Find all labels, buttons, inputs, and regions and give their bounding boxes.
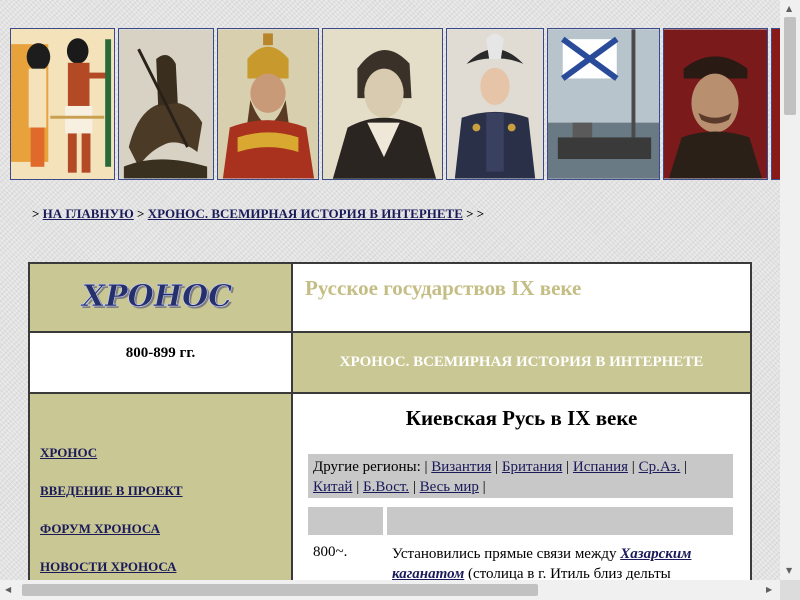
scroll-up-icon[interactable]: ▲ xyxy=(786,4,792,14)
scroll-left-icon[interactable]: ◀ xyxy=(5,585,11,595)
sidebar-menu: ХРОНОС ВВЕДЕНИЕ В ПРОЕКТ ФОРУМ ХРОНОСА Н… xyxy=(30,394,291,580)
horizontal-scroll-thumb[interactable] xyxy=(22,584,538,596)
date-range: 800-899 гг. xyxy=(125,345,196,361)
egyptian-fresco-image[interactable] xyxy=(10,28,115,180)
logo-image[interactable]: ХРОНОС ХРОНОС xyxy=(30,264,291,331)
region-link-world[interactable]: Весь мир xyxy=(420,479,479,495)
breadcrumb: > НА ГЛАВНУЮ > ХРОНОС. ВСЕМИРНАЯ ИСТОРИЯ… xyxy=(32,206,484,222)
region-link-central-asia[interactable]: Ср.Аз. xyxy=(639,459,681,475)
section-heading: Киевская Русь в IX веке xyxy=(405,406,638,430)
napoleon-portrait-image[interactable] xyxy=(322,28,443,180)
event-text-after: (столица в г. Итиль близ дельты xyxy=(468,566,671,580)
page-viewport: > НА ГЛАВНУЮ > ХРОНОС. ВСЕМИРНАЯ ИСТОРИЯ… xyxy=(0,0,780,580)
table-header-event xyxy=(387,507,733,535)
menu-item-forum[interactable]: ФОРУМ ХРОНОСА xyxy=(40,521,160,537)
breadcrumb-sep: > > xyxy=(466,206,485,221)
title-cell: Русское государствов IX веке xyxy=(293,264,750,331)
region-link-spain[interactable]: Испания xyxy=(573,459,628,475)
region-sep: | xyxy=(356,479,360,495)
menu-item-intro[interactable]: ВВЕДЕНИЕ В ПРОЕКТ xyxy=(40,483,183,499)
region-link-china[interactable]: Китай xyxy=(313,479,352,495)
regions-label: Другие регионы: xyxy=(313,459,421,475)
logo-text: ХРОНОС xyxy=(80,279,232,314)
partial-banner-image xyxy=(771,28,780,180)
region-sep: | xyxy=(631,459,635,475)
region-sep: | xyxy=(566,459,570,475)
naval-flag-painting-image[interactable] xyxy=(547,28,660,180)
horizontal-scrollbar[interactable]: ◀ ▶ xyxy=(0,580,780,600)
breadcrumb-sep: > xyxy=(32,206,40,221)
region-sep: | xyxy=(495,459,499,475)
scroll-right-icon[interactable]: ▶ xyxy=(766,585,772,595)
regions-box: Другие регионы: | Византия | Британия | … xyxy=(308,454,733,498)
vertical-scroll-thumb[interactable] xyxy=(784,17,796,115)
region-link-byzantium[interactable]: Византия xyxy=(431,459,491,475)
region-sep: | xyxy=(482,479,486,495)
st-george-statue-image[interactable] xyxy=(118,28,214,180)
region-sep: | xyxy=(412,479,416,495)
breadcrumb-sep: > xyxy=(137,206,145,221)
event-year: 800~. xyxy=(313,544,348,560)
date-cell: 800-899 гг. xyxy=(30,333,291,392)
logo-cell: ХРОНОС ХРОНОС xyxy=(30,264,291,331)
event-text: Установились прямые связи между Хазарски… xyxy=(392,544,727,580)
region-link-middle-east[interactable]: Б.Вост. xyxy=(363,479,409,495)
scroll-down-icon[interactable]: ▼ xyxy=(786,566,792,576)
menu-item-chronos[interactable]: ХРОНОС xyxy=(40,445,97,461)
event-text-before: Установились прямые связи между xyxy=(392,546,617,562)
region-sep: | xyxy=(684,459,688,475)
vertical-scrollbar[interactable]: ▲ ▼ xyxy=(780,0,800,580)
menu-item-news[interactable]: НОВОСТИ ХРОНОСА xyxy=(40,559,176,575)
breadcrumb-section-link[interactable]: ХРОНОС. ВСЕМИРНАЯ ИСТОРИЯ В ИНТЕРНЕТЕ xyxy=(148,206,463,221)
worker-portrait-image[interactable] xyxy=(663,28,768,180)
image-banner xyxy=(10,28,780,182)
scrollbar-corner xyxy=(780,580,800,600)
table-header-year xyxy=(308,507,383,535)
tsar-portrait-image[interactable] xyxy=(217,28,319,180)
main-table: ХРОНОС ХРОНОС Русское государствов IX ве… xyxy=(28,262,752,580)
officer-portrait-image[interactable] xyxy=(446,28,544,180)
region-link-britain[interactable]: Британия xyxy=(502,459,563,475)
page-title: Русское государствов IX веке xyxy=(305,276,582,300)
content-cell: Киевская Русь в IX веке Другие регионы: … xyxy=(293,394,750,580)
band-cell: ХРОНОС. ВСЕМИРНАЯ ИСТОРИЯ В ИНТЕРНЕТЕ xyxy=(293,333,750,392)
breadcrumb-home-link[interactable]: НА ГЛАВНУЮ xyxy=(43,206,134,221)
band-title: ХРОНОС. ВСЕМИРНАЯ ИСТОРИЯ В ИНТЕРНЕТЕ xyxy=(339,354,704,370)
region-sep: | xyxy=(424,459,428,475)
